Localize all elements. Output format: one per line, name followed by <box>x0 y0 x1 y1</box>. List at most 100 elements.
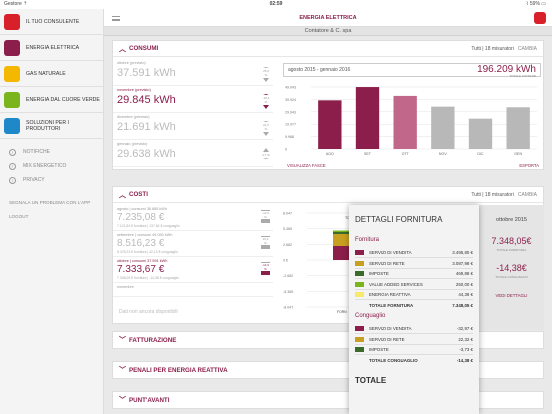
fatturazione-section[interactable]: ﹀ FATTURAZIONE <box>112 331 544 349</box>
costi-header[interactable]: ︿ COSTI Tutti | 18 misuratori CAMBIA <box>113 187 543 203</box>
sidebar-item-1[interactable]: ENERGIA ELETTRICA <box>0 35 103 61</box>
view-bands-link[interactable]: VISUALIZZA FASCE <box>287 163 326 168</box>
variation-percent: 25,9 % <box>263 69 269 77</box>
variation-percent: 21,5 % <box>263 123 269 131</box>
fatturazione-title: FATTURAZIONE <box>129 336 177 344</box>
sidebar-link-0[interactable]: SEGNALA UN PROBLEMA CON L'APP <box>0 195 103 209</box>
detail-total-amount: -14,38 € <box>456 357 473 363</box>
section-icon <box>4 13 20 30</box>
detail-amount: 469,88 € <box>455 271 473 276</box>
brand-logo-icon <box>534 12 546 24</box>
sidebar-subitem-label: PRIVACY <box>23 177 45 183</box>
sidebar-item-label: IL TUO CONSULENTE <box>26 18 80 25</box>
consumi-title: CONSUMI <box>129 45 159 52</box>
consumption-row[interactable]: dicembre (previsto) 21.691 kWh 21,5 % <box>113 113 273 140</box>
sidebar-subitem-1[interactable]: › MIX ENERGETICO <box>0 159 103 173</box>
detail-amount: 44,39 € <box>458 292 473 297</box>
consumption-row[interactable]: ottobre (previsto) 37.591 kWh 25,9 % <box>113 59 273 86</box>
bar-nov[interactable] <box>431 106 455 149</box>
cost-value: 8.516,23 € <box>117 238 165 249</box>
meter-filter: Tutti | 18 misuratori <box>471 45 514 52</box>
section-icon <box>4 39 20 56</box>
variation-percent: 16,4 % <box>262 237 269 245</box>
summary-adjustment-label: TOTALE CONGUAGLIO <box>495 275 528 279</box>
chevron-up-icon: ︿ <box>119 45 126 53</box>
detail-amount: 3.087,98 € <box>452 260 473 266</box>
chevron-up-icon: ︿ <box>119 191 126 199</box>
detail-total-name: TOTALE FORNITURA <box>369 302 414 308</box>
detail-row: ENERGIA REATTIVA 44,39 € <box>355 289 473 300</box>
section-icon <box>4 91 20 108</box>
x-tick-label: GEN <box>514 152 522 156</box>
detail-row: SERVIZI DI VENDITA -32,97 € <box>355 323 473 334</box>
cost-value: 7.235,08 € <box>117 212 165 223</box>
consumption-row[interactable]: novembre (previsto) 29.845 kWh -18,1 % <box>113 86 273 113</box>
cost-row[interactable]: novembre <box>113 283 273 297</box>
supplier-bar: Contatore & C. spa <box>104 27 552 36</box>
month-label: dicembre (previsto) <box>117 115 150 119</box>
chevron-down-icon: ﹀ <box>119 397 126 404</box>
detail-name: IMPOSTE <box>369 271 389 276</box>
popover-title: DETTAGLI FORNITURA <box>355 215 443 224</box>
color-swatch <box>355 336 364 342</box>
sidebar-item-4[interactable]: SOLUZIONI PER I PRODUTTORI <box>0 113 103 139</box>
change-meter-button[interactable]: CAMBIA <box>518 192 537 198</box>
detail-name: SERVIZI DI RETE <box>369 336 405 342</box>
cost-row[interactable]: settembre | consumi 49.090 kWh 8.516,23 €… <box>113 231 273 257</box>
summary-supply-label: TOTALE FORNITURA <box>496 248 527 252</box>
sidebar-item-label: SOLUZIONI PER I PRODUTTORI <box>26 119 69 132</box>
sidebar-item-2[interactable]: GAS NATURALE <box>0 61 103 87</box>
chevron-right-icon: › <box>9 162 16 170</box>
cost-month-label: agosto | consumi 38.885 kWh <box>117 207 167 211</box>
y-tick-label: 9.988 <box>285 135 294 139</box>
y-tick-label: -5.365 <box>283 290 293 294</box>
bar-gen[interactable] <box>506 107 530 149</box>
cost-row[interactable]: ottobre | consumi 37.591 kWh 7.333,67 €7.… <box>113 257 273 283</box>
sidebar-item-0[interactable]: IL TUO CONSULENTE <box>0 9 103 35</box>
detail-total-row: TOTALE FORNITURA 7.348,05 € <box>355 300 473 311</box>
cost-month-label: settembre | consumi 49.090 kWh <box>117 233 173 237</box>
status-bar: Gestore ⇡ 02:59 ⌇ 59% ▭ <box>0 0 552 9</box>
sidebar-subitem-0[interactable]: › NOTIFICHE <box>0 145 103 159</box>
detail-row: IMPOSTE 469,88 € <box>355 268 473 279</box>
sidebar-item-3[interactable]: ENERGIA DAL CUORE VERDE <box>0 87 103 113</box>
detail-name: ENERGIA REATTIVA <box>369 292 411 297</box>
top-bar: ENERGIA ELETTRICA <box>104 9 552 27</box>
variation-indicator: -12,6 % <box>261 210 270 223</box>
consumption-value: 21.691 kWh <box>117 121 176 133</box>
adjustment-section-title: Conguaglio <box>355 313 386 319</box>
detail-amount: 3.495,80 € <box>452 250 473 255</box>
variation-indicator: -14,0 % <box>261 262 270 275</box>
penali-section[interactable]: ﹀ PENALI PER ENERGIA REATTIVA <box>112 361 544 379</box>
color-swatch <box>355 281 364 287</box>
arrow-icon <box>263 158 269 159</box>
sidebar-item-label: ENERGIA DAL CUORE VERDE <box>26 96 100 103</box>
chevron-right-icon: › <box>9 176 16 184</box>
y-tick-label: 19.977 <box>285 123 296 127</box>
x-tick-label: NOV <box>439 152 447 156</box>
consumption-row[interactable]: gennaio (previsto) 29.638 kWh 3,7 % <box>113 140 273 167</box>
summary-period: ottobre 2015 <box>496 217 527 223</box>
sidebar-subitem-label: MIX ENERGETICO <box>23 163 67 169</box>
bar-dic[interactable] <box>468 118 493 149</box>
puntavanti-section[interactable]: ﹀ PUNT'AVANTI <box>112 391 544 409</box>
y-tick-label: 0 € <box>283 259 288 263</box>
view-details-button[interactable]: VEDI DETTAGLI <box>479 293 544 298</box>
bar-ago[interactable] <box>318 100 342 149</box>
chevron-right-icon: › <box>9 148 16 156</box>
sidebar-subitem-label: NOTIFICHE <box>23 149 50 155</box>
consumi-header[interactable]: ︿ CONSUMI Tutti | 18 misuratori CAMBIA <box>113 41 543 57</box>
y-tick-label: 0 <box>285 148 287 152</box>
section-icon <box>4 117 20 134</box>
variation-percent: -18,1 % <box>262 96 270 104</box>
sidebar-link-1[interactable]: LOGOUT <box>0 209 103 223</box>
bar-ott[interactable] <box>393 95 417 149</box>
x-tick-label: AGO <box>326 152 334 156</box>
export-link[interactable]: ESPORTA <box>519 163 539 168</box>
sidebar-subitem-2[interactable]: › PRIVACY <box>0 173 103 187</box>
change-meter-button[interactable]: CAMBIA <box>518 46 537 52</box>
bar-set[interactable] <box>355 87 380 149</box>
detail-name: SERVIZI DI RETE <box>369 260 405 266</box>
cost-row[interactable]: agosto | consumi 38.885 kWh 7.235,08 €7.1… <box>113 205 273 231</box>
detail-name: VALUE ADDED SERVICES <box>369 281 423 287</box>
